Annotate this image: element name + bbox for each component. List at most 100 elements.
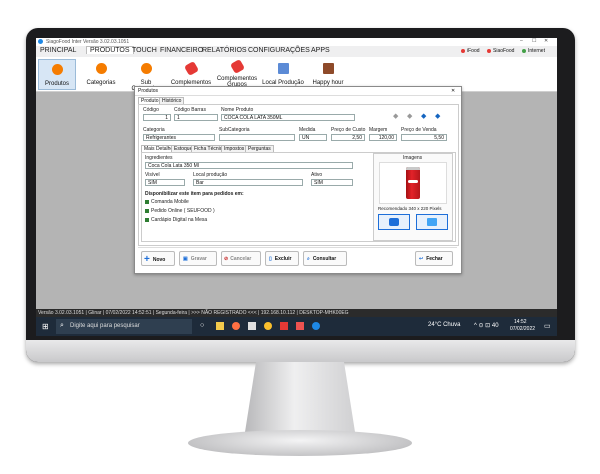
- cancelar-button[interactable]: ⊘ Cancelar: [221, 251, 261, 266]
- preco-venda-field[interactable]: 5,50: [401, 134, 447, 141]
- gravar-label: Gravar: [190, 256, 207, 262]
- menu-relatorios[interactable]: RELATÓRIOS: [202, 47, 247, 54]
- maximize-icon[interactable]: ☐: [532, 38, 536, 44]
- monitor-chin: [26, 340, 575, 362]
- status-text: Versão 3.02.03.1051 | Glinar | 07/02/202…: [38, 310, 349, 316]
- search-icon: ⌕: [307, 256, 310, 262]
- menu-configuracoes[interactable]: CONFIGURAÇÕES: [248, 47, 310, 54]
- camera-button[interactable]: [378, 214, 410, 230]
- menu-principal[interactable]: PRINCIPAL: [40, 47, 76, 54]
- menu-produtos[interactable]: PRODUTOS: [86, 46, 134, 54]
- fechar-button[interactable]: ↩ Fechar: [415, 251, 453, 266]
- nome-produto-field[interactable]: COCA COLA LATA 350ML: [221, 114, 355, 121]
- ribbon-categorias-button[interactable]: Categorias: [82, 59, 120, 90]
- monitor-stand: [245, 362, 355, 432]
- subcategorias-icon: [140, 63, 152, 74]
- internet-status-icon: [522, 49, 526, 53]
- margem-label: Margem: [369, 127, 388, 133]
- chrome-icon[interactable]: [264, 322, 272, 330]
- app-icon-3[interactable]: [296, 322, 304, 330]
- previous-record-icon[interactable]: ◆: [407, 112, 412, 120]
- visivel-label: Visível: [145, 172, 160, 178]
- visivel-select[interactable]: SIM: [145, 179, 185, 186]
- dialog-close-icon[interactable]: ✕: [451, 87, 455, 95]
- consultar-label: Consultar: [312, 256, 337, 262]
- weather-text: 24°C Chuva: [428, 322, 461, 328]
- task-view-icon[interactable]: ○: [200, 322, 204, 329]
- tab-produto[interactable]: Produto: [138, 97, 162, 104]
- minimize-icon[interactable]: –: [520, 38, 523, 44]
- margem-field[interactable]: 120,00: [369, 134, 397, 141]
- checkbox-checked-icon: [145, 208, 149, 213]
- subcategoria-select[interactable]: [219, 134, 295, 141]
- app-icon-2[interactable]: [280, 322, 288, 330]
- next-record-icon[interactable]: ◆: [421, 112, 426, 120]
- windows-taskbar: ⊞ ⌕ Digite aqui para pesquisar ○ 24°C Ch…: [36, 317, 557, 336]
- ativo-select[interactable]: SIM: [311, 179, 353, 186]
- medida-label: Medida: [299, 127, 316, 133]
- tab-historico[interactable]: Histórico: [159, 97, 185, 104]
- menu-financeiro[interactable]: FINANCEIRO: [160, 47, 203, 54]
- menu-touch[interactable]: TOUCH: [132, 47, 157, 54]
- checkbox-checked-icon: [145, 199, 149, 204]
- subtab-perguntas[interactable]: Perguntas: [245, 145, 274, 152]
- coca-cola-can-icon: [406, 167, 420, 199]
- internet-label: Internet: [528, 48, 545, 54]
- consultar-button[interactable]: ⌕ Consultar: [303, 251, 347, 266]
- menu-apps[interactable]: APPS: [311, 47, 330, 54]
- save-icon: ▣: [183, 256, 188, 262]
- upload-image-button[interactable]: [416, 214, 448, 230]
- check-cardapio-digital[interactable]: Cardápio Digital na Mesa: [145, 217, 207, 223]
- notification-icon[interactable]: ▭: [544, 322, 551, 330]
- ribbon-categorias-label: Categorias: [86, 80, 116, 86]
- window-title: SiagoFood Inter Versão 3.02.03.1051: [46, 39, 130, 45]
- windows-start-icon[interactable]: ⊞: [42, 322, 49, 331]
- novo-button[interactable]: + Novo: [141, 251, 175, 266]
- check-comanda-mobile-label: Comanda Mobile: [151, 199, 189, 205]
- close-window-icon[interactable]: ✕: [544, 38, 548, 44]
- siagofood-taskbar-icon[interactable]: [312, 322, 320, 330]
- product-image: [379, 162, 447, 204]
- first-record-icon[interactable]: ◆: [393, 112, 398, 120]
- codigo-field[interactable]: 1: [143, 114, 171, 121]
- trash-icon: ▯: [269, 256, 272, 262]
- local-producao-select[interactable]: Bar: [193, 179, 303, 186]
- search-icon: ⌕: [60, 322, 64, 329]
- taskbar-search-placeholder: Digite aqui para pesquisar: [70, 323, 140, 329]
- produtos-icon: [51, 64, 63, 75]
- check-comanda-mobile[interactable]: Comanda Mobile: [145, 199, 189, 205]
- ingredientes-field[interactable]: Coca Cola Lata 350 Ml: [145, 162, 353, 169]
- codigo-barras-label: Código Barras: [174, 107, 206, 113]
- tray-icons[interactable]: ^ ⊙ ⊡ 40: [474, 322, 499, 329]
- cancel-icon: ⊘: [224, 256, 229, 262]
- categoria-select[interactable]: Refrigerantes: [143, 134, 215, 141]
- gravar-button[interactable]: ▣ Gravar: [179, 251, 217, 266]
- preco-custo-field[interactable]: 2,50: [331, 134, 365, 141]
- nome-produto-label: Nome Produto: [221, 107, 254, 113]
- plus-icon: +: [144, 254, 150, 265]
- check-pedido-online[interactable]: Pedido Online ( SEUFOOD ): [145, 208, 215, 214]
- subcategoria-label: SubCategoria: [219, 127, 250, 133]
- app-icon-1[interactable]: [248, 322, 256, 330]
- status-bar: Versão 3.02.03.1051 | Glinar | 07/02/202…: [36, 309, 557, 317]
- ativo-label: Ativo: [311, 172, 323, 178]
- complementos-grupos-icon: [229, 58, 245, 75]
- excluir-button[interactable]: ▯ Excluir: [265, 251, 299, 266]
- ifood-label: iFood: [467, 48, 480, 54]
- ifood-status-icon: [461, 49, 465, 53]
- taskbar-search[interactable]: ⌕ Digite aqui para pesquisar: [56, 319, 192, 334]
- categorias-icon: [95, 63, 107, 74]
- ribbon-produtos-button[interactable]: Produtos: [38, 59, 76, 90]
- back-arrow-icon: ↩: [419, 256, 424, 262]
- codigo-label: Código: [143, 107, 159, 113]
- last-record-icon[interactable]: ◆: [435, 112, 440, 120]
- codigo-barras-field[interactable]: 1: [174, 114, 218, 121]
- subtab-impostos[interactable]: Impostos: [221, 145, 248, 152]
- app-icon: [38, 39, 43, 44]
- file-explorer-icon[interactable]: [216, 322, 224, 330]
- local-producao-icon: [277, 63, 289, 74]
- ribbon-produtos-label: Produtos: [44, 81, 69, 87]
- camera-icon: [389, 218, 399, 226]
- firefox-icon[interactable]: [232, 322, 240, 330]
- medida-select[interactable]: UN: [299, 134, 327, 141]
